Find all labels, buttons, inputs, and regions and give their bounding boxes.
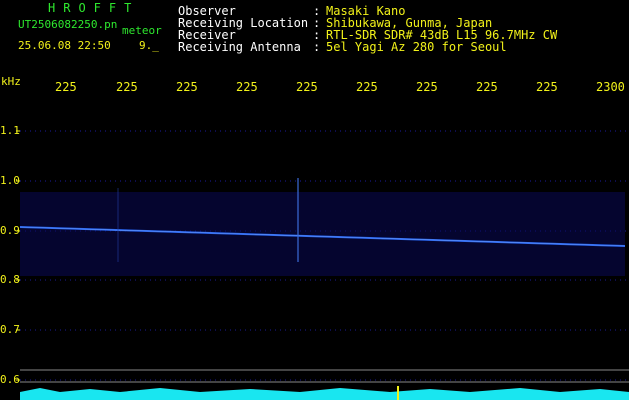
- x-tick-label: 225: [536, 80, 558, 94]
- baseline-noise-spikes: [20, 388, 629, 392]
- x-axis-unit: kHz: [1, 75, 21, 88]
- x-tick-label: 225: [55, 80, 77, 94]
- x-tick-label: 225: [416, 80, 438, 94]
- noise-band: [20, 192, 625, 276]
- x-tick-label: 2300: [596, 80, 625, 94]
- header: HROFFT UT2506082250.pn meteor 25.06.08 2…: [0, 0, 629, 93]
- spectrogram: [16, 130, 629, 400]
- count-value: 9._: [139, 39, 159, 52]
- antenna-value: 5el Yagi Az 280 for Seoul: [326, 40, 507, 54]
- date-time: 25.06.08 22:50: [18, 39, 111, 52]
- file-name: UT2506082250.pn: [18, 18, 118, 31]
- app-title: HROFFT: [48, 1, 140, 15]
- x-tick-label: 225: [236, 80, 258, 94]
- x-tick-label: 225: [476, 80, 498, 94]
- antenna-label: Receiving Antenna: [178, 40, 301, 54]
- antenna-colon: :: [313, 40, 321, 54]
- x-tick-label: 225: [356, 80, 378, 94]
- x-tick-label: 225: [176, 80, 198, 94]
- left-ticks: [16, 130, 20, 381]
- meteor-label: meteor: [122, 24, 162, 37]
- baseline-noise: [20, 392, 629, 400]
- x-tick-label: 225: [116, 80, 138, 94]
- x-tick-label: 225: [296, 80, 318, 94]
